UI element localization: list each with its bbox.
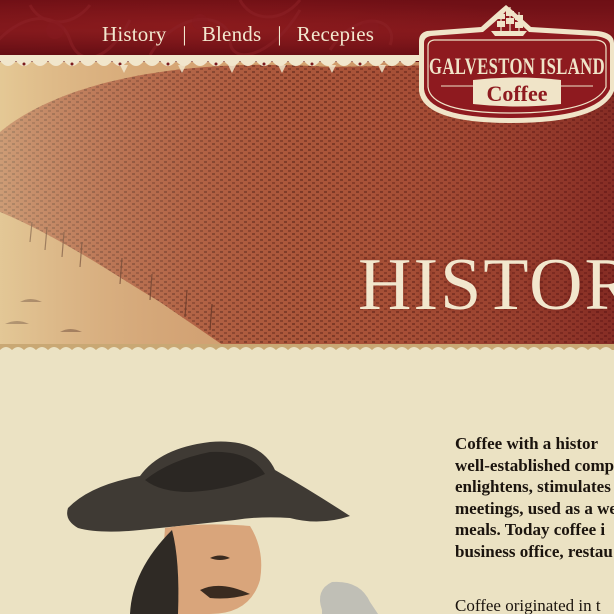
intro-line: meetings, used as a we (455, 498, 614, 518)
main-nav: History | Blends | Recepies (102, 19, 374, 49)
intro-line: well-established comp (455, 455, 614, 475)
intro-line: Coffee with a histor (455, 434, 599, 453)
logo-text-line1: GALVESTON ISLAND (429, 54, 605, 79)
nav-link-recepies[interactable]: Recepies (297, 22, 374, 47)
galveston-island-coffee-logo[interactable]: GALVESTON ISLAND Coffee (411, 3, 614, 127)
intro-line: enlightens, stimulates (455, 477, 611, 497)
page-title: HISTOR (358, 244, 614, 326)
nav-link-blends[interactable]: Blends (202, 22, 262, 47)
intro-paragraph: Coffee with a histor well-established co… (455, 433, 614, 563)
intro-line: business office, restau (455, 541, 613, 561)
second-paragraph: Coffee originated in t (455, 596, 601, 614)
nav-separator: | (277, 21, 282, 46)
logo-text-line2: Coffee (486, 81, 547, 106)
nav-link-history[interactable]: History (102, 22, 166, 47)
nav-separator: | (182, 21, 187, 46)
hero-bottom-border (0, 344, 614, 350)
page: History | Blends | Recepies HISTOR GALVE… (0, 0, 614, 614)
intro-line: meals. Today coffee i (455, 520, 606, 540)
pirate-portrait-illustration (67, 441, 378, 614)
